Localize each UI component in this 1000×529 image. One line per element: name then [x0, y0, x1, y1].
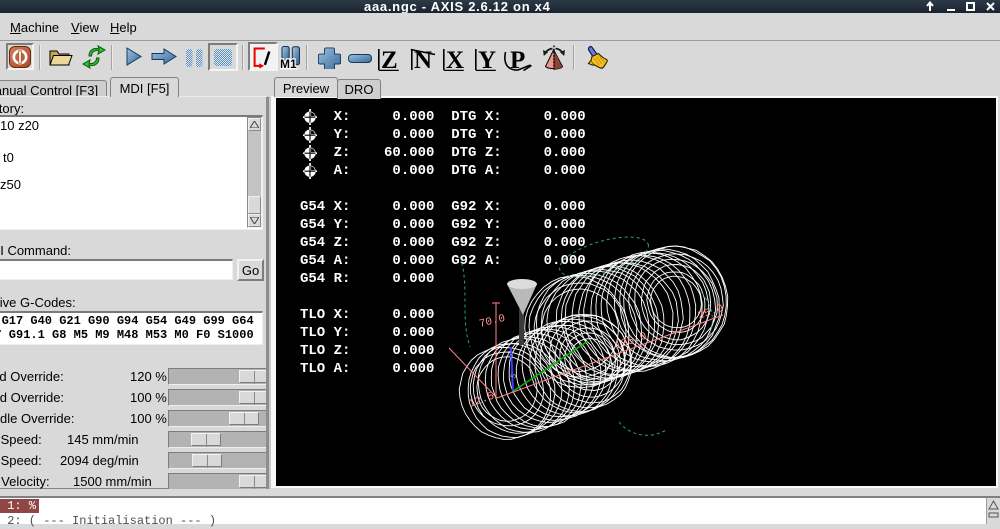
svg-text:Z: Z: [381, 47, 398, 71]
svg-text:Y: Y: [478, 47, 496, 71]
svg-text:M1: M1: [280, 57, 297, 70]
svg-text:12.5: 12.5: [467, 390, 496, 410]
svg-text:X: X: [446, 47, 464, 71]
svg-text:5: 5: [509, 372, 519, 380]
svg-text:70.0: 70.0: [478, 313, 507, 331]
